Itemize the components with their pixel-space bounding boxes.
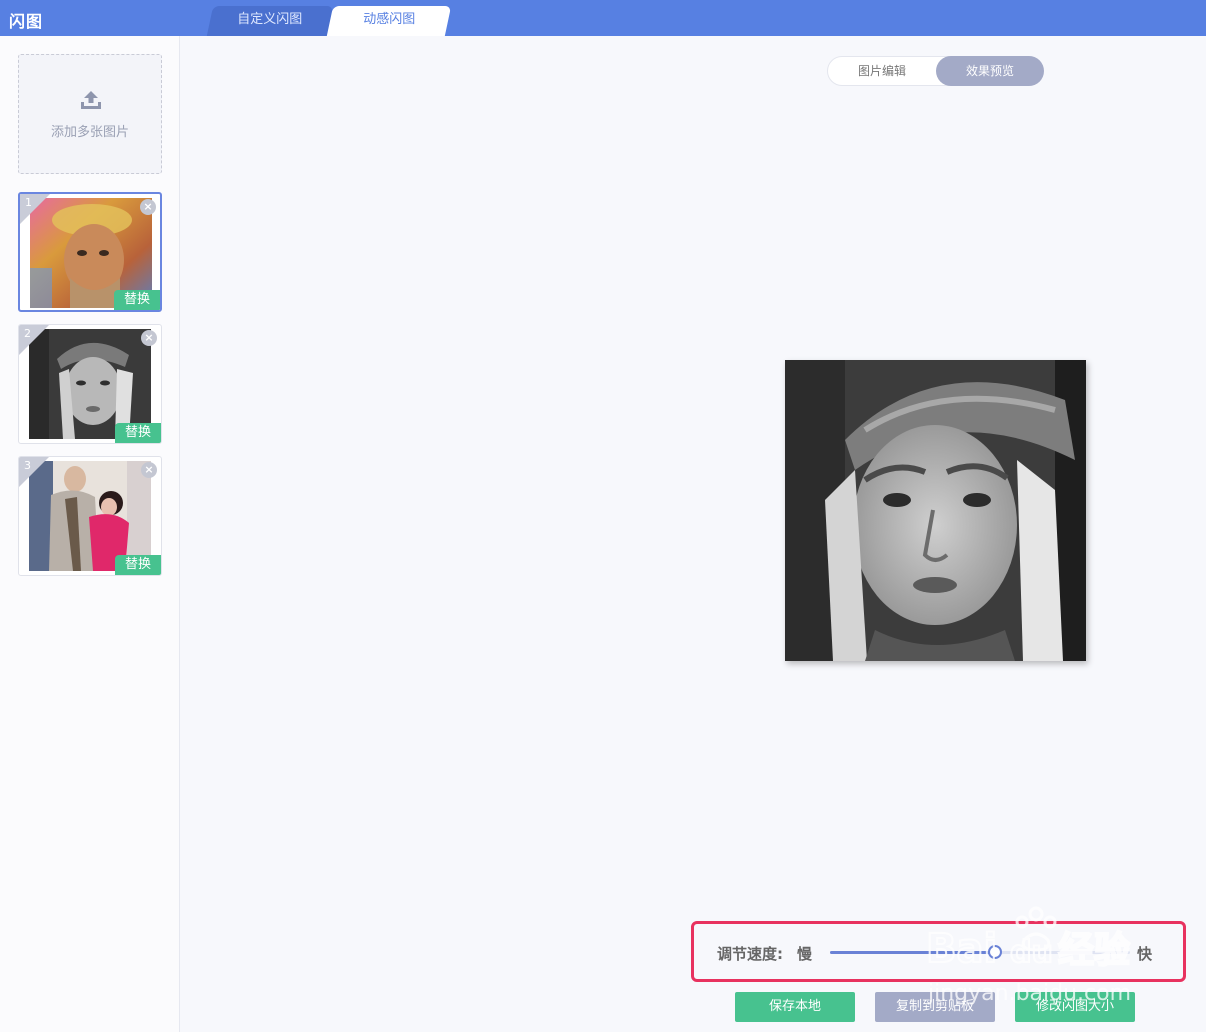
app-title: 闪图 [9, 12, 44, 31]
preview-image [785, 360, 1086, 661]
replace-thumbnail-2-button[interactable]: 替换 [115, 423, 161, 443]
tab-dynamic-label: 动感闪图 [363, 12, 416, 27]
thumbnail-2[interactable]: 2 × 替换 [18, 324, 162, 444]
speed-label: 调节速度: [717, 945, 783, 963]
sidebar: 添加多张图片 1 × 替换 2 × 替换 3 × 替换 [0, 36, 180, 1032]
copy-to-clipboard-button[interactable]: 复制到剪贴板 [875, 992, 995, 1022]
add-images-button[interactable]: 添加多张图片 [18, 54, 162, 174]
tab-custom-label: 自定义闪图 [237, 12, 303, 27]
image-edit-toggle[interactable]: 图片编辑 [828, 56, 936, 86]
speed-slider-handle[interactable] [988, 945, 1002, 959]
speed-slider[interactable] [830, 945, 1130, 959]
thumbnail-3[interactable]: 3 × 替换 [18, 456, 162, 576]
remove-thumbnail-1-button[interactable]: × [140, 199, 156, 215]
remove-thumbnail-2-button[interactable]: × [141, 330, 157, 346]
tab-custom-flash[interactable]: 自定义闪图 [206, 6, 334, 36]
replace-thumbnail-1-button[interactable]: 替换 [114, 290, 160, 310]
top-bar: 闪图 自定义闪图 动感闪图 [0, 0, 1206, 36]
remove-thumbnail-3-button[interactable]: × [141, 462, 157, 478]
upload-label: 添加多张图片 [50, 125, 129, 140]
upload-icon [81, 91, 101, 109]
thumbnail-index: 1 [25, 196, 32, 209]
speed-slow-label: 慢 [797, 945, 813, 963]
view-toggle: 图片编辑 效果预览 [827, 56, 1044, 86]
resize-flash-button[interactable]: 修改闪图大小 [1015, 992, 1135, 1022]
effect-preview-toggle[interactable]: 效果预览 [936, 56, 1044, 86]
speed-fast-label: 快 [1137, 945, 1153, 963]
save-local-button[interactable]: 保存本地 [735, 992, 855, 1022]
thumbnail-index: 3 [24, 459, 31, 472]
speed-slider-fill [830, 951, 995, 954]
replace-thumbnail-3-button[interactable]: 替换 [115, 555, 161, 575]
tab-dynamic-flash[interactable]: 动感闪图 [326, 6, 452, 36]
thumbnail-index: 2 [24, 327, 31, 340]
thumbnail-1[interactable]: 1 × 替换 [18, 192, 162, 312]
